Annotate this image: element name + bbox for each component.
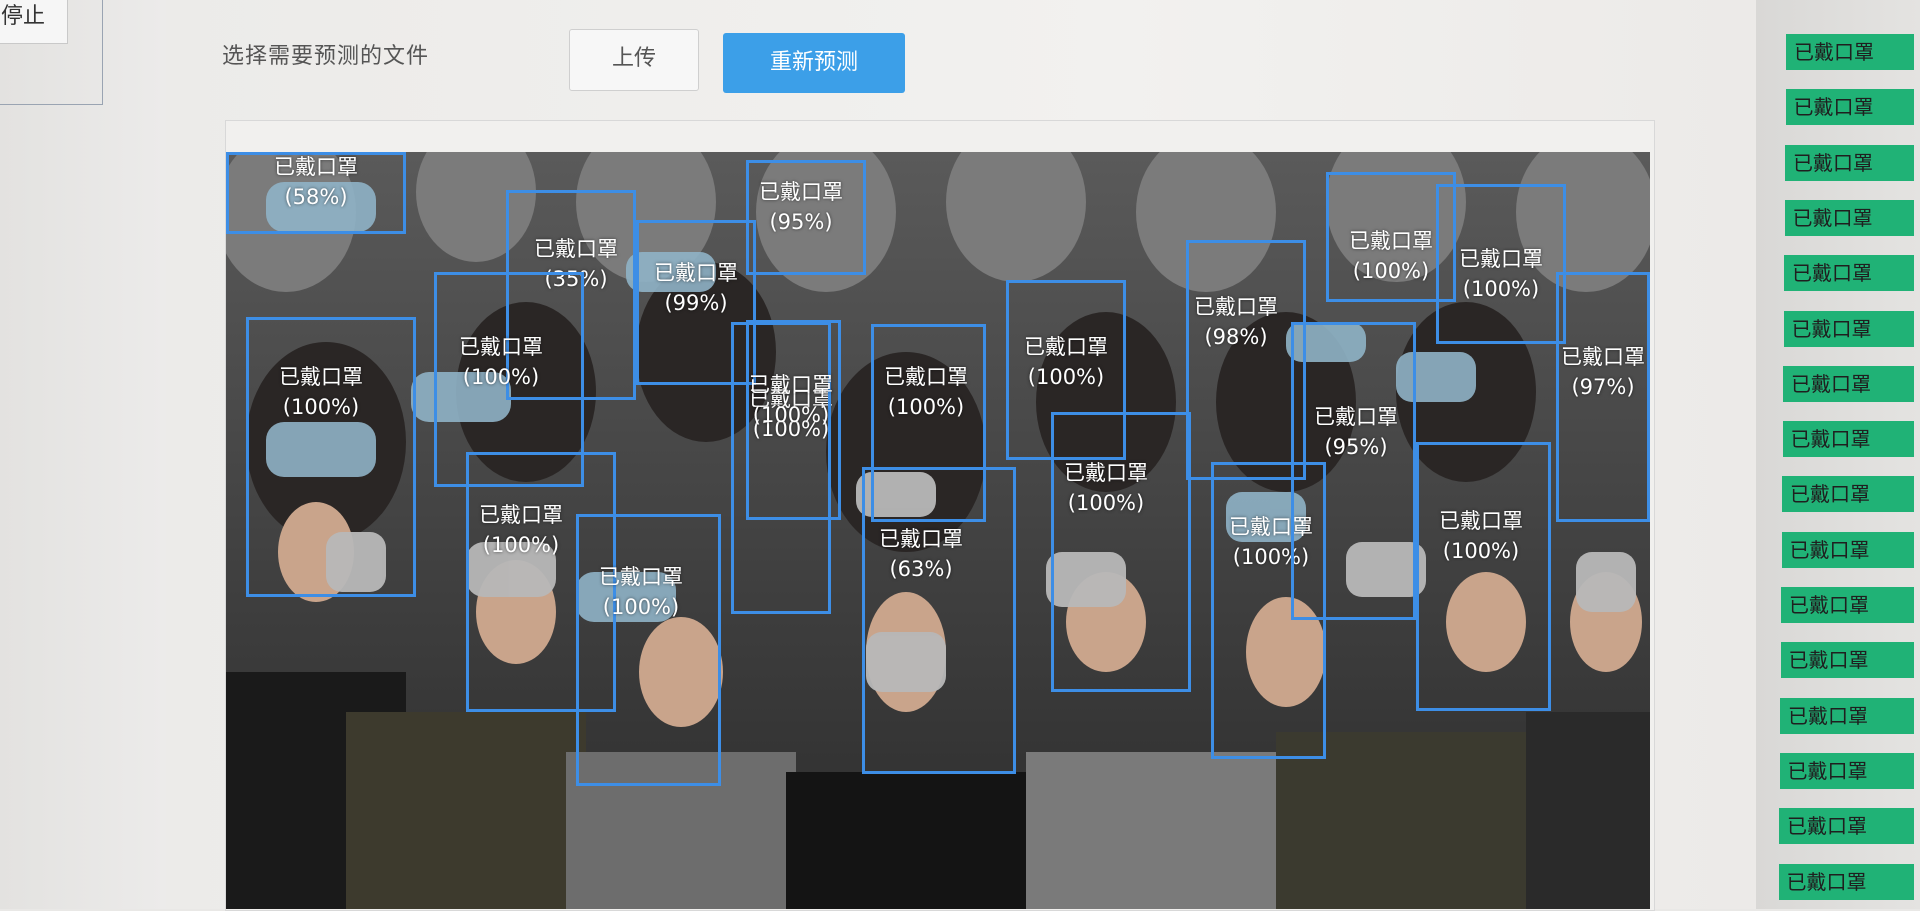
result-tag: 已戴口罩 <box>1786 34 1914 70</box>
detection-box <box>576 514 721 786</box>
detection-label: 已戴口罩 (58%) <box>274 155 358 209</box>
detection-box <box>1186 240 1306 480</box>
result-tag: 已戴口罩 <box>1782 476 1914 513</box>
result-tag: 已戴口罩 <box>1778 863 1914 900</box>
detection-label: 已戴口罩 (100%) <box>1349 229 1433 283</box>
detection-label: 已戴口罩 (100%) <box>1064 461 1148 515</box>
detection-label: 已戴口罩 (100%) <box>459 335 543 389</box>
result-tag: 已戴口罩 <box>1781 587 1914 623</box>
detection-box <box>862 467 1016 774</box>
result-tag: 已戴口罩 <box>1779 752 1914 789</box>
result-tag: 已戴口罩 <box>1783 365 1914 402</box>
result-tag: 已戴口罩 <box>1781 531 1914 568</box>
detection-label: 已戴口罩 (100%) <box>599 565 683 619</box>
detection-box <box>1291 322 1416 620</box>
detection-box <box>1051 412 1191 692</box>
repredict-button[interactable]: 重新预测 <box>723 33 905 93</box>
detection-label: 已戴口罩 (95%) <box>1314 405 1398 459</box>
result-tag: 已戴口罩 <box>1785 144 1914 181</box>
stop-button[interactable]: 停止 <box>0 0 68 44</box>
result-tag: 已戴口罩 <box>1779 808 1914 845</box>
detection-label: 已戴口罩 (63%) <box>879 527 963 581</box>
detection-box <box>246 317 416 597</box>
left-rail: 停止 <box>0 0 166 909</box>
result-tag: 已戴口罩 <box>1783 310 1914 347</box>
detection-label: 已戴口罩 (95%) <box>759 180 843 234</box>
detection-label: 已戴口罩 (100%) <box>479 503 563 557</box>
result-tag: 已戴口罩 <box>1782 421 1914 458</box>
detection-label: 已戴口罩 (98%) <box>1194 295 1278 349</box>
detection-label: 已戴口罩 (100%) <box>884 365 968 419</box>
detection-label: 已戴口罩 (100%) <box>1459 247 1543 301</box>
prediction-image: 已戴口罩 (58%) 已戴口罩 (35%) 已戴口罩 (95%) 已戴口罩 (99%)… <box>226 152 1650 909</box>
detection-label: 已戴口罩 (99%) <box>654 261 738 315</box>
result-tag: 已戴口罩 <box>1780 697 1914 734</box>
result-tag: 已戴口罩 <box>1784 199 1914 236</box>
upload-button[interactable]: 上传 <box>569 29 699 91</box>
detection-label: 已戴口罩 (100%) <box>279 365 363 419</box>
result-tag: 已戴口罩 <box>1785 89 1914 126</box>
detection-label: 已戴口罩 (97%) <box>1561 345 1645 399</box>
result-tag: 已戴口罩 <box>1780 642 1914 679</box>
detection-label: 已戴口罩 (100%) <box>749 373 833 427</box>
detection-label: 已戴口罩 (100%) <box>1024 335 1108 389</box>
file-prompt-label: 选择需要预测的文件 <box>222 44 430 69</box>
detection-label: 已戴口罩 (100%) <box>1439 509 1523 563</box>
detection-box <box>731 322 831 614</box>
detection-box <box>1416 442 1551 711</box>
result-tag: 已戴口罩 <box>1784 255 1914 292</box>
result-list-panel: 已戴口罩 已戴口罩 已戴口罩 已戴口罩 已戴口罩 已戴口罩 已戴口罩 已戴口罩 已戴口罩 已戴口罩… <box>1756 0 1920 909</box>
